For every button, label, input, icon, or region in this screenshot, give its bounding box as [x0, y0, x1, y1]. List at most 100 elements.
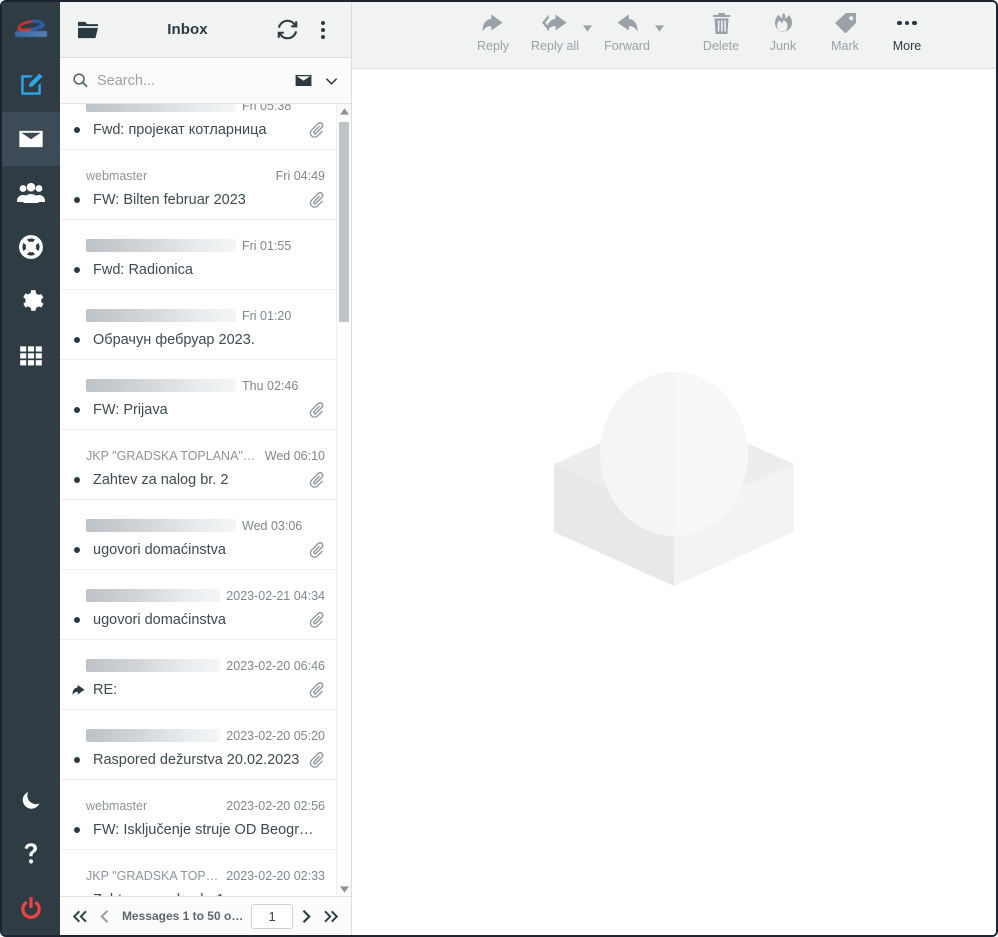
taskbar-bottom-items: [2, 773, 60, 935]
message-row[interactable]: webmaster 2023-02-20 02:56 FW: Isključenje…: [60, 780, 337, 850]
message-sender-redacted: [86, 589, 221, 602]
compose-icon: [18, 72, 44, 98]
message-row-body: Fwd: Radionica: [72, 257, 325, 283]
first-page-button[interactable]: [68, 902, 91, 930]
message-date: 2023-02-20 02:33: [226, 868, 325, 883]
search-input[interactable]: [97, 72, 284, 89]
scroll-up-button[interactable]: [337, 104, 351, 118]
people-icon: [17, 180, 45, 206]
message-row[interactable]: Fri 01:55 Fwd: Radionica: [60, 220, 337, 290]
message-subject: Обрачун фебруар 2023.: [93, 331, 255, 348]
forward-button[interactable]: Forward: [596, 12, 658, 53]
message-row-header: 2023-02-20 06:46: [72, 655, 325, 677]
page-title: Inbox: [167, 21, 208, 38]
folders-button[interactable]: [70, 12, 106, 48]
search-scope-button[interactable]: [292, 71, 314, 90]
message-row[interactable]: JKP "GRADSKA TOPLANA" … Wed 06:10 Zahtev z…: [60, 430, 337, 500]
message-date: Fri 05:38: [242, 104, 292, 113]
message-row-body: Обрачун фебруар 2023.: [72, 327, 325, 353]
attachment-icon: [307, 121, 325, 138]
message-row-header: 2023-02-21 04:34: [72, 585, 325, 607]
scroll-down-button[interactable]: [337, 882, 351, 896]
pagination-status: Messages 1 to 50 of …: [121, 909, 250, 923]
envelope-icon: [17, 125, 45, 153]
forward-dropdown-caret[interactable]: [652, 12, 666, 32]
message-sender-redacted: [86, 309, 236, 322]
taskbar-item-apps[interactable]: [2, 328, 60, 382]
message-subject: Zahtev za nalog br. 2: [93, 471, 229, 488]
message-row-body: ugovori domaćinstva: [72, 537, 325, 563]
message-row[interactable]: webmaster Fri 04:49 FW: Bilten februar 202…: [60, 150, 337, 220]
message-list-scrollbar[interactable]: [336, 104, 351, 896]
taskbar-item-compose[interactable]: [2, 58, 60, 112]
message-sender-redacted: [86, 659, 221, 672]
message-row-body: Zahtev za nalog br. 2: [72, 467, 325, 493]
attachment-icon: [307, 751, 325, 768]
list-options-button[interactable]: [305, 12, 341, 48]
taskbar-item-support[interactable]: [2, 220, 60, 274]
attachment-icon: [307, 191, 325, 208]
more-button[interactable]: More: [876, 12, 938, 53]
message-row-header: 2023-02-20 05:20: [72, 725, 325, 747]
message-row[interactable]: 2023-02-21 04:34 ugovori domaćinstva: [60, 570, 337, 640]
taskbar-item-dark-mode[interactable]: [2, 773, 60, 827]
unread-status-dot: [72, 406, 86, 413]
scrollbar-thumb[interactable]: [339, 122, 349, 322]
message-row-body: FW: Prijava: [72, 397, 325, 423]
search-options-chevron[interactable]: [322, 73, 341, 88]
message-subject: Raspored dežurstva 20.02.2023: [93, 751, 300, 768]
lifebuoy-icon: [18, 234, 44, 260]
message-row[interactable]: 2023-02-20 06:46 RE:: [60, 640, 337, 710]
message-subject: RE:: [93, 681, 118, 698]
grid-icon: [18, 342, 44, 368]
message-row-header: Fri 01:55: [72, 235, 325, 257]
page-number-input[interactable]: [251, 903, 294, 929]
message-row[interactable]: Wed 03:06 ugovori domaćinstva: [60, 500, 337, 570]
message-sender: JKP "GRADSKA TOP…: [86, 868, 219, 883]
message-date: Fri 04:49: [275, 168, 325, 183]
message-row-header: webmaster 2023-02-20 02:56: [72, 795, 325, 817]
delete-label: Delete: [702, 39, 740, 53]
attachment-icon: [307, 681, 325, 698]
message-row[interactable]: JKP "GRADSKA TOP… 2023-02-20 02:33 Zahtev …: [60, 850, 337, 897]
junk-button[interactable]: Junk: [752, 12, 814, 53]
message-row-body: Zahtev za nalog br.1: [72, 887, 325, 897]
message-content-panel: Reply Reply all Forward Delete Junk Mark…: [352, 2, 996, 935]
taskbar-item-about[interactable]: [2, 827, 60, 881]
message-list-scroll-area: Fri 05:38 Fwd: пројекат котларница webmast…: [60, 104, 351, 896]
refresh-button[interactable]: [269, 12, 305, 48]
last-page-button[interactable]: [320, 902, 343, 930]
taskbar-item-contacts[interactable]: [2, 166, 60, 220]
taskbar-item-settings[interactable]: [2, 274, 60, 328]
message-row[interactable]: Fri 05:38 Fwd: пројекат котларница: [60, 104, 337, 150]
message-row[interactable]: 2023-02-20 05:20 Raspored dežurstva 20.02…: [60, 710, 337, 780]
attachment-icon: [307, 541, 325, 558]
reply-all-button[interactable]: Reply all: [524, 12, 586, 53]
message-date: 2023-02-20 06:46: [226, 658, 325, 673]
message-row-body: FW: Isključenje struje OD Beogr…: [72, 817, 325, 843]
roundcube-watermark-icon: [554, 372, 794, 586]
reply-button[interactable]: Reply: [462, 12, 524, 53]
next-page-button[interactable]: [295, 902, 318, 930]
message-sender-redacted: [86, 239, 236, 252]
taskbar-item-logout[interactable]: [2, 881, 60, 935]
trash-icon: [712, 12, 731, 34]
mark-button[interactable]: Mark: [814, 12, 876, 53]
reply-all-dropdown-caret[interactable]: [580, 12, 594, 32]
taskbar-item-mail[interactable]: [2, 112, 60, 166]
message-row[interactable]: Thu 02:46 FW: Prijava: [60, 360, 337, 430]
message-row-header: webmaster Fri 04:49: [72, 165, 325, 187]
message-subject: FW: Prijava: [93, 401, 168, 418]
list-header: Inbox: [60, 2, 351, 58]
flame-icon: [774, 12, 793, 34]
message-row-body: ugovori domaćinstva: [72, 607, 325, 633]
message-row-body: Fwd: пројекат котларница: [72, 117, 325, 143]
unread-status-dot: [72, 616, 86, 623]
message-row-header: Fri 01:20: [72, 305, 325, 327]
tag-icon: [834, 12, 856, 34]
delete-button[interactable]: Delete: [690, 12, 752, 53]
message-row[interactable]: Fri 01:20 Обрачун фебруар 2023.: [60, 290, 337, 360]
previous-page-button[interactable]: [93, 902, 116, 930]
mark-label: Mark: [831, 39, 859, 53]
message-date: Wed 06:10: [264, 448, 325, 463]
